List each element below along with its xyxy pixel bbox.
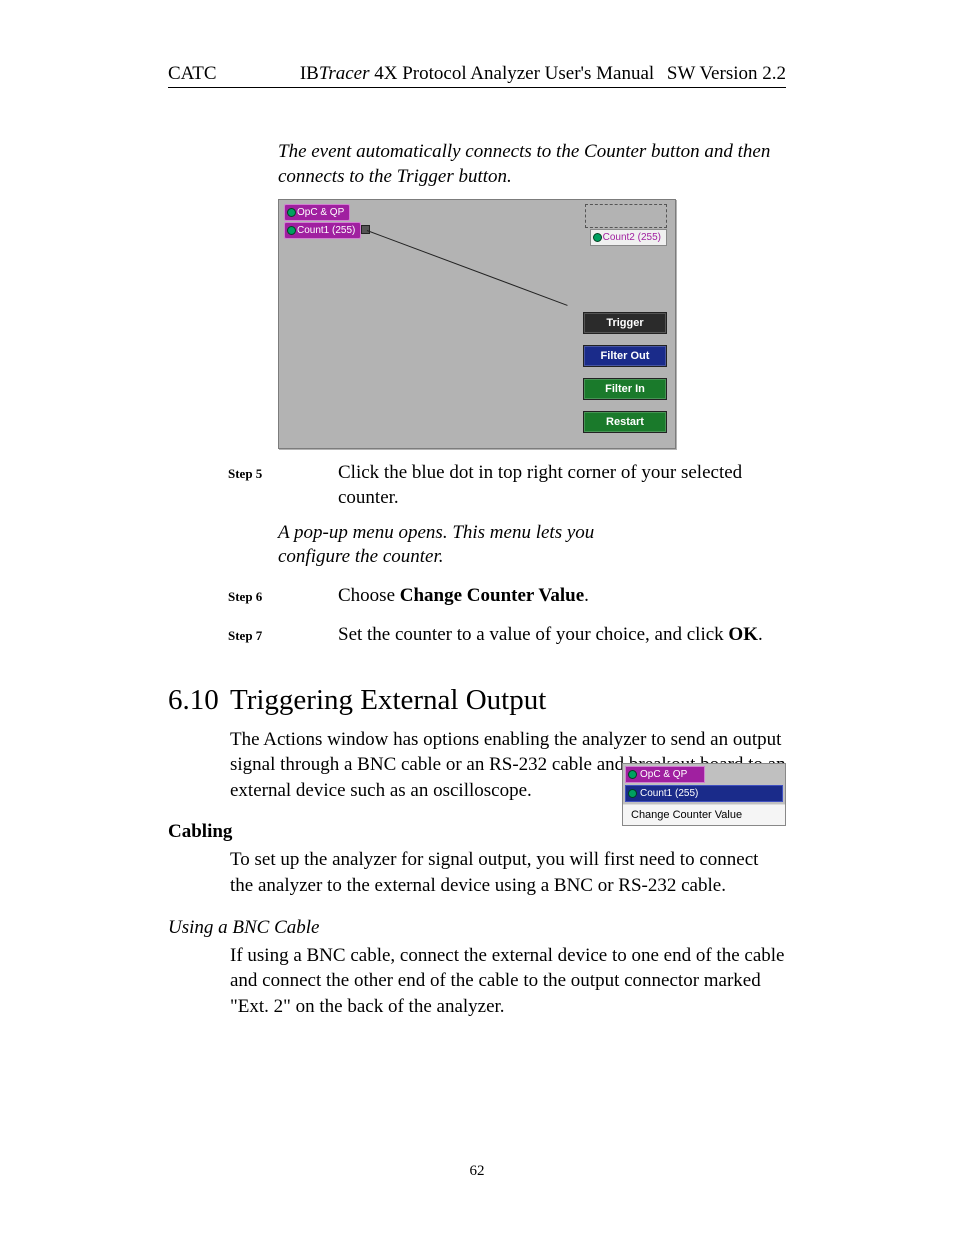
restart-button: Restart	[583, 411, 667, 433]
filter-in-button: Filter In	[583, 378, 667, 400]
section-title: Triggering External Output	[230, 684, 546, 717]
step-5-body: Click the blue dot in top right corner o…	[338, 461, 786, 510]
step-7-label: Step 7	[168, 628, 338, 644]
step-7: Step 7 Set the counter to a value of you…	[168, 623, 786, 648]
trigger-button: Trigger	[583, 312, 667, 334]
subhead-bnc: Using a BNC Cable	[168, 917, 786, 939]
step-6: Step 6 Choose Change Counter Value.	[168, 584, 786, 609]
step-7-body: Set the counter to a value of your choic…	[338, 623, 786, 648]
filter-out-button: Filter Out	[583, 345, 667, 367]
section-number: 6.10	[168, 684, 230, 717]
page-header: CATC IBTracer 4X Protocol Analyzer User'…	[168, 63, 786, 88]
page-number: 62	[0, 1163, 954, 1180]
intro-text: The event automatically connects to the …	[278, 140, 786, 189]
connection-line	[367, 230, 568, 306]
step-5: Step 5 Click the blue dot in top right c…	[168, 461, 786, 510]
step-5-label: Step 5	[168, 466, 338, 482]
counter2-block: Count2 (255)	[590, 229, 667, 246]
popup-count1: Count1 (255)	[625, 785, 783, 802]
counter1-block: Count1 (255)	[284, 222, 361, 239]
step-6-label: Step 6	[168, 589, 338, 605]
step-6-body: Choose Change Counter Value.	[338, 584, 786, 609]
cabling-para: To set up the analyzer for signal output…	[230, 847, 786, 898]
actions-diagram: OpC & QP Count1 (255) Count2 (255) Trigg…	[278, 199, 676, 449]
counter-popup-menu: OpC & QP Count1 (255) Change Counter Val…	[622, 763, 786, 826]
bnc-para: If using a BNC cable, connect the extern…	[230, 943, 786, 1020]
section-heading: 6.10 Triggering External Output	[168, 684, 786, 717]
step-5-sub: A pop-up menu opens. This menu lets you …	[278, 521, 598, 570]
popup-change-counter-value: Change Counter Value	[623, 804, 785, 825]
popup-opc-qp: OpC & QP	[625, 766, 705, 783]
event-opc-qp: OpC & QP	[284, 204, 350, 221]
counter2-placeholder	[585, 204, 667, 228]
header-center: IBTracer 4X Protocol Analyzer User's Man…	[168, 63, 786, 85]
